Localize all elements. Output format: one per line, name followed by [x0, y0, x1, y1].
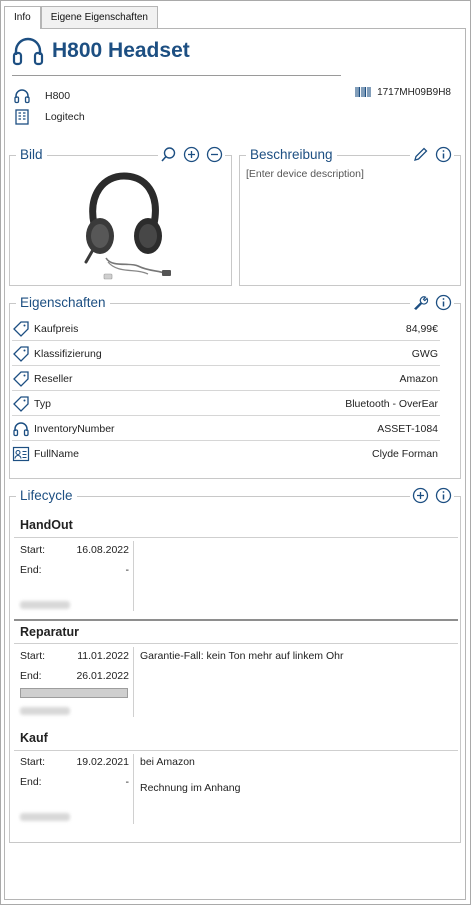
start-label: Start:: [20, 756, 46, 768]
page-title: H800 Headset: [52, 39, 190, 62]
end-value: -: [125, 776, 130, 788]
property-row-typ[interactable]: Typ Bluetooth - OverEar: [12, 392, 440, 416]
info-icon[interactable]: [435, 146, 452, 163]
progress-bar: [20, 688, 128, 698]
start-value: 16.08.2022: [76, 544, 129, 556]
tab-eigene-eigenschaften[interactable]: Eigene Eigenschaften: [40, 6, 158, 28]
bild-title: Bild: [16, 147, 47, 162]
property-row-kaufpreis[interactable]: Kaufpreis 84,99€: [12, 317, 440, 341]
info-icon[interactable]: [435, 487, 452, 504]
blurred-user: [20, 813, 70, 821]
serial-text: 1717MH09B9H8: [377, 86, 451, 98]
headset-icon: [12, 37, 44, 66]
serial-number: 1717MH09B9H8: [355, 86, 451, 98]
lifecycle-controls: [410, 487, 454, 504]
property-name: InventoryNumber: [34, 422, 115, 435]
property-row-reseller[interactable]: Reseller Amazon: [12, 367, 440, 391]
end-label: End:: [20, 776, 42, 788]
lifecycle-section-title[interactable]: HandOut: [20, 518, 73, 532]
tag-icon: [13, 320, 29, 337]
device-image: [84, 172, 171, 280]
section-separator: [14, 619, 458, 621]
start-value: 11.01.2022: [77, 650, 129, 662]
tag-icon: [13, 395, 29, 412]
add-icon[interactable]: [412, 487, 429, 504]
section-divider: [14, 750, 458, 751]
search-icon[interactable]: [160, 146, 177, 163]
description-field[interactable]: [Enter device description]: [246, 168, 364, 180]
zoom-in-icon[interactable]: [183, 146, 200, 163]
headset-icon: [14, 89, 30, 104]
property-row-klassifizierung[interactable]: Klassifizierung GWG: [12, 342, 440, 366]
section-divider: [14, 643, 458, 644]
lifecycle-description: bei Amazon: [140, 756, 195, 768]
lifecycle-description: Garantie-Fall: kein Ton mehr auf linkem …: [140, 650, 344, 662]
property-value: Clyde Forman: [372, 448, 438, 460]
lifecycle-description: Rechnung im Anhang: [140, 782, 241, 794]
tab-bar: Info Eigene Eigenschaften: [4, 6, 158, 29]
beschreibung-controls: [410, 146, 454, 163]
building-icon: [15, 109, 29, 125]
property-name: FullName: [34, 448, 79, 460]
blurred-user: [20, 707, 70, 715]
property-value: ASSET-1084: [377, 422, 438, 435]
beschreibung-title: Beschreibung: [246, 147, 337, 162]
bild-group: Bild: [9, 146, 232, 286]
column-divider: [133, 541, 134, 611]
end-value: -: [125, 564, 130, 576]
lifecycle-title: Lifecycle: [16, 488, 77, 503]
eigenschaften-title: Eigenschaften: [16, 295, 110, 310]
property-name: Klassifizierung: [34, 347, 102, 360]
property-name: Reseller: [34, 372, 73, 385]
property-value: Bluetooth - OverEar: [345, 397, 438, 410]
end-label: End:: [20, 670, 42, 682]
tab-info[interactable]: Info: [4, 6, 41, 29]
property-name: Typ: [34, 397, 51, 410]
manufacturer-text: Logitech: [45, 111, 85, 123]
bild-controls: [158, 146, 225, 163]
pencil-icon[interactable]: [412, 146, 429, 163]
section-divider: [14, 537, 458, 538]
zoom-out-icon[interactable]: [206, 146, 223, 163]
lifecycle-section-title[interactable]: Kauf: [20, 731, 48, 745]
property-row-fullname[interactable]: FullName Clyde Forman: [12, 442, 440, 466]
column-divider: [133, 754, 134, 824]
model-row: H800: [13, 87, 70, 105]
end-value: 26.01.2022: [76, 670, 129, 682]
property-value: 84,99€: [405, 322, 438, 335]
blurred-user: [20, 601, 70, 609]
column-divider: [133, 647, 134, 717]
eigenschaften-controls: [410, 294, 454, 311]
contact-card-icon: [12, 446, 30, 462]
headset-icon: [13, 421, 29, 436]
tag-icon: [13, 370, 29, 387]
tag-icon: [13, 345, 29, 362]
wrench-icon[interactable]: [412, 294, 429, 311]
start-label: Start:: [20, 650, 46, 662]
barcode-icon: [355, 87, 371, 97]
manufacturer-row: Logitech: [13, 108, 85, 126]
info-icon[interactable]: [435, 294, 452, 311]
property-row-inventorynumber[interactable]: InventoryNumber ASSET-1084: [12, 417, 440, 441]
model-text: H800: [45, 90, 71, 102]
start-value: 19.02.2021: [76, 756, 129, 768]
start-label: Start:: [20, 544, 46, 556]
lifecycle-section-title[interactable]: Reparatur: [20, 625, 79, 639]
property-value: GWG: [411, 347, 438, 360]
property-name: Kaufpreis: [34, 322, 79, 335]
end-label: End:: [20, 564, 42, 576]
property-value: Amazon: [399, 372, 438, 385]
title-divider: [12, 75, 341, 76]
